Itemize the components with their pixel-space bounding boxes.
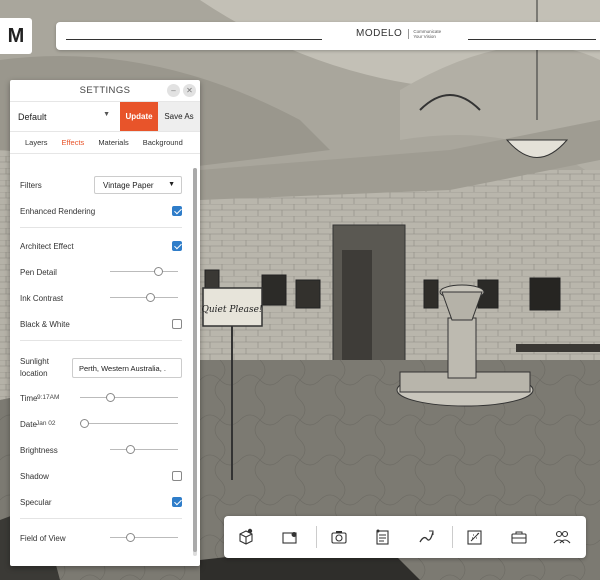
bottom-toolbar — [224, 516, 586, 558]
filters-value: Vintage Paper — [103, 181, 154, 190]
cube-eye-icon[interactable] — [236, 527, 256, 547]
settings-header: SETTINGS – ✕ — [10, 80, 200, 102]
black-white-checkbox[interactable] — [172, 319, 182, 329]
pen-detail-label: Pen Detail — [20, 268, 57, 277]
brand-name: MODELO — [356, 28, 403, 39]
brand-lockup: MODELO Communicate Your Vision — [356, 28, 448, 39]
tab-materials[interactable]: Materials — [98, 138, 128, 147]
tab-effects[interactable]: Effects — [62, 138, 85, 147]
slider-knob[interactable] — [126, 533, 135, 542]
chevron-down-icon: ▼ — [103, 111, 110, 118]
time-slider[interactable] — [80, 393, 178, 402]
scrollbar-thumb[interactable] — [193, 168, 197, 552]
specular-checkbox[interactable] — [172, 497, 182, 507]
briefcase-icon[interactable] — [509, 527, 529, 547]
save-as-button[interactable]: Save As — [158, 102, 200, 131]
enhanced-rendering-label: Enhanced Rendering — [20, 207, 96, 216]
filters-dropdown[interactable]: Vintage Paper ▼ — [94, 176, 182, 194]
preset-value: Default — [18, 112, 47, 122]
divider — [20, 518, 182, 519]
specular-label: Specular — [20, 498, 52, 507]
pen-detail-slider[interactable] — [110, 267, 178, 276]
sunlight-location-input[interactable]: Perth, Western Australia, . — [72, 358, 182, 378]
settings-tabs: Layers Effects Materials Background — [10, 132, 200, 154]
users-icon[interactable] — [552, 527, 572, 547]
enhanced-rendering-checkbox[interactable] — [172, 206, 182, 216]
quiet-please-sign: Quiet Please! — [201, 305, 262, 315]
chevron-down-icon: ▼ — [168, 181, 175, 188]
slider-knob[interactable] — [106, 393, 115, 402]
toolbar-separator — [316, 526, 317, 548]
topbar-rule-right — [468, 39, 596, 40]
time-value: 9:17AM — [37, 394, 60, 401]
settings-panel: SETTINGS – ✕ Default ▼ Update Save As La… — [10, 80, 200, 566]
settings-scrollbar[interactable] — [193, 168, 197, 556]
minimize-icon[interactable]: – — [167, 84, 180, 97]
pen-icon[interactable] — [416, 527, 436, 547]
tab-background[interactable]: Background — [143, 138, 183, 147]
filters-label: Filters — [20, 181, 42, 190]
slider-knob[interactable] — [80, 419, 89, 428]
date-label: Date — [20, 420, 37, 429]
topbar-rule-left — [66, 39, 322, 40]
architect-effect-checkbox[interactable] — [172, 241, 182, 251]
date-value: Jan 02 — [36, 420, 56, 427]
update-button[interactable]: Update — [120, 102, 158, 131]
time-label: Time — [20, 394, 38, 403]
toolbar-separator — [452, 526, 453, 548]
slider-knob[interactable] — [126, 445, 135, 454]
logo-letter: M — [7, 24, 25, 47]
black-white-label: Black & White — [20, 320, 70, 329]
shadow-label: Shadow — [20, 472, 49, 481]
top-bar: MODELO Communicate Your Vision — [56, 22, 600, 50]
notes-icon[interactable] — [372, 527, 392, 547]
modelo-logo[interactable]: M — [0, 18, 32, 54]
field-of-view-slider[interactable] — [110, 533, 178, 542]
preset-select[interactable]: Default ▼ — [10, 102, 120, 131]
tab-layers[interactable]: Layers — [25, 138, 48, 147]
sunlight-location-label: Sunlight location — [20, 357, 49, 378]
preset-row: Default ▼ Update Save As — [10, 102, 200, 132]
architect-effect-label: Architect Effect — [20, 242, 74, 251]
brand-tagline: Communicate Your Vision — [408, 28, 448, 39]
slider-knob[interactable] — [146, 293, 155, 302]
map-pin-icon[interactable] — [280, 527, 300, 547]
divider — [20, 227, 182, 228]
close-icon[interactable]: ✕ — [183, 84, 196, 97]
ink-contrast-label: Ink Contrast — [20, 294, 64, 303]
camera-icon[interactable] — [329, 527, 349, 547]
slider-knob[interactable] — [154, 267, 163, 276]
field-of-view-label: Field of View — [20, 534, 66, 543]
divider — [20, 340, 182, 341]
brightness-label: Brightness — [20, 446, 58, 455]
sunlight-location-row: Sunlight location Perth, Western Austral… — [20, 356, 182, 380]
effects-icon[interactable] — [465, 527, 485, 547]
date-slider[interactable] — [80, 419, 178, 428]
shadow-checkbox[interactable] — [172, 471, 182, 481]
brightness-slider[interactable] — [110, 445, 178, 454]
ink-contrast-slider[interactable] — [110, 293, 178, 302]
